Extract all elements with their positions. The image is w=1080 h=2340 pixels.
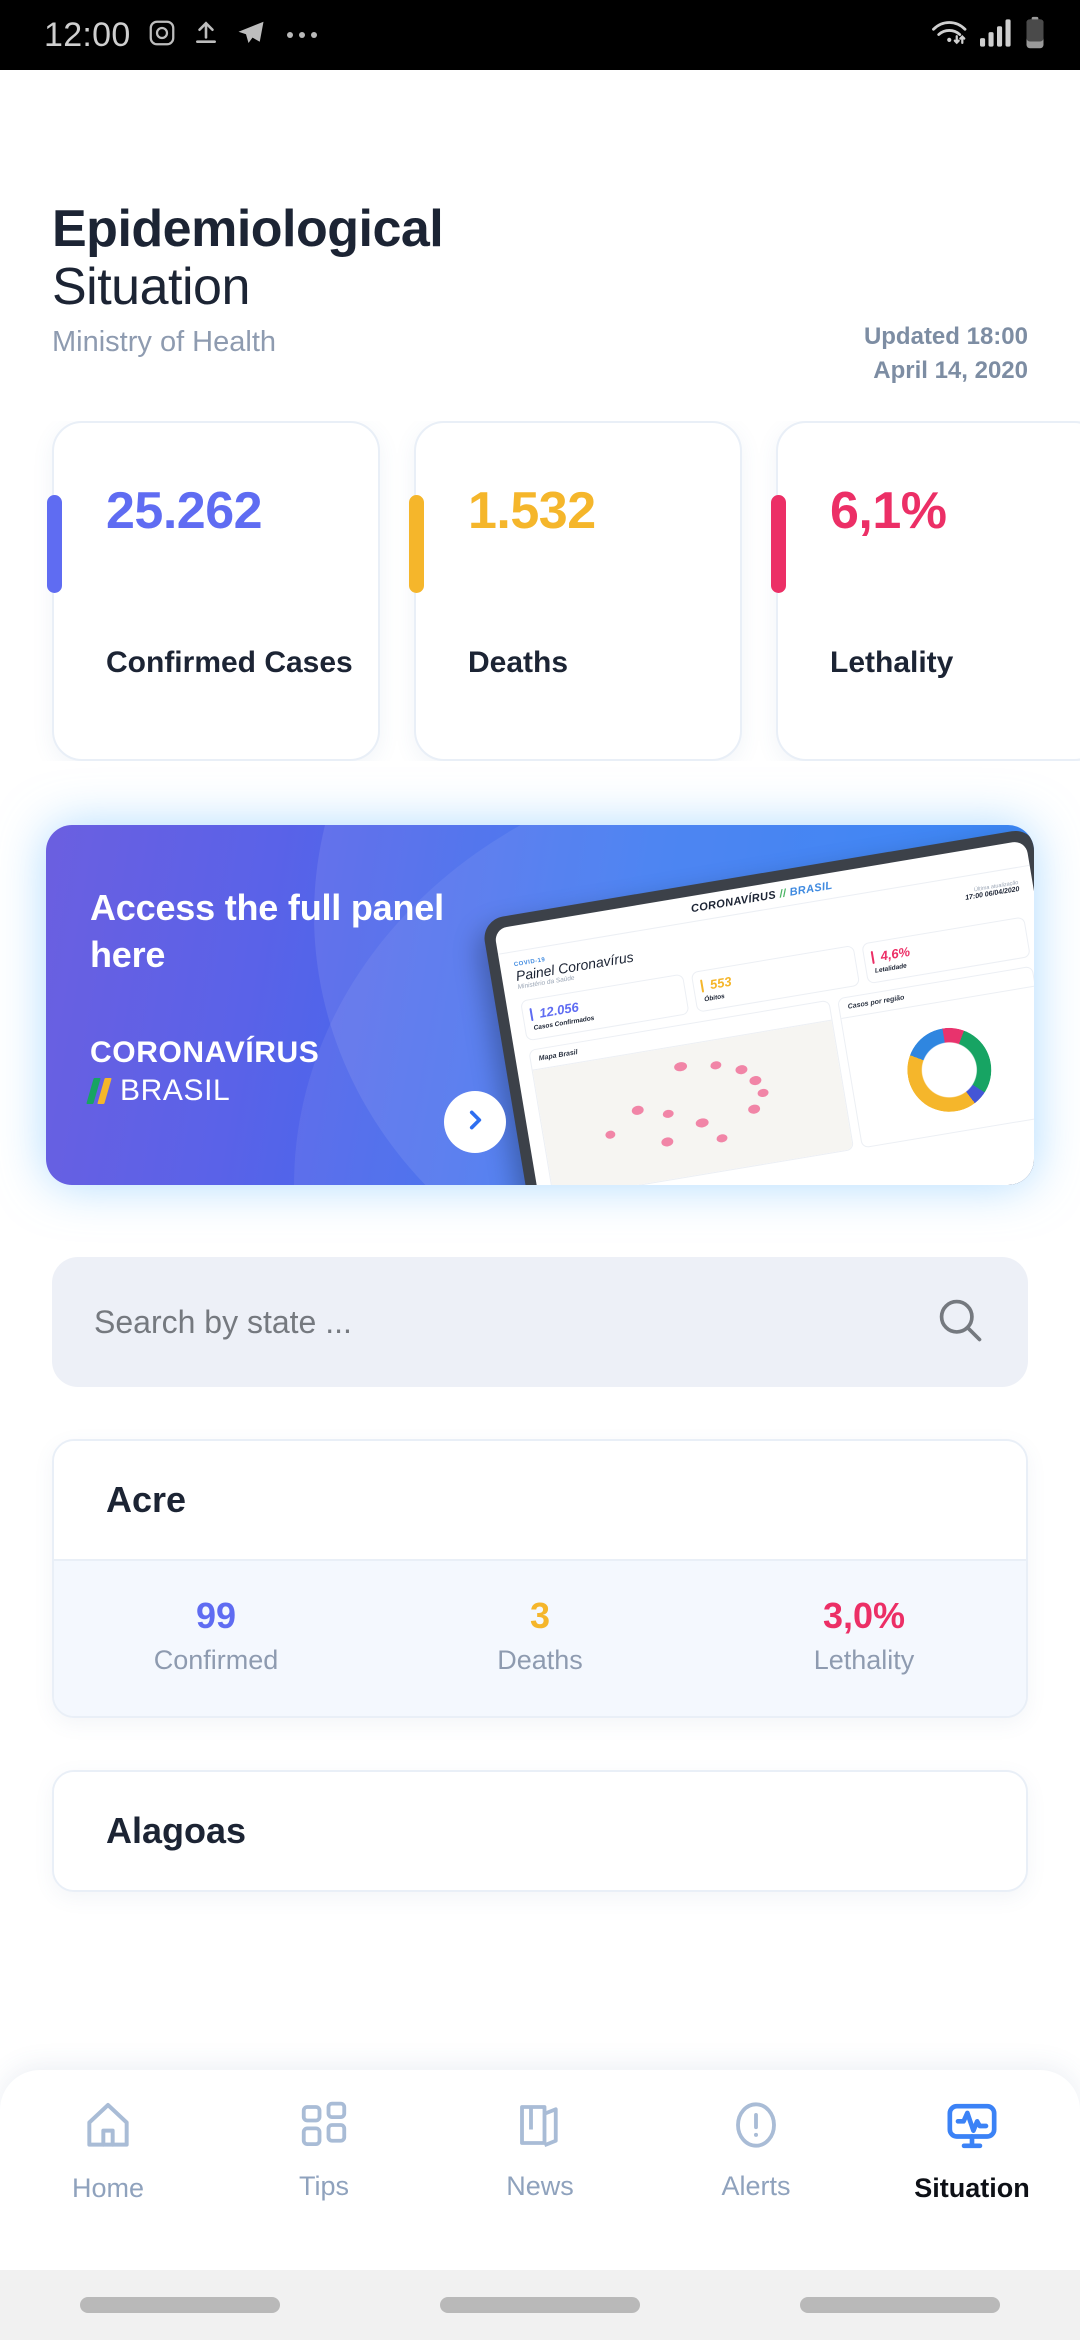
state-card-header: Acre <box>54 1441 1026 1560</box>
nav-label: News <box>506 2171 574 2201</box>
tablet-brand-suffix: BRASIL <box>788 879 834 899</box>
telegram-icon <box>235 18 267 53</box>
panel-banner-wrapper: Access the full panel here CORONAVÍRUS B… <box>0 825 1080 1186</box>
updated-time: Updated 18:00 <box>863 323 1028 350</box>
search-input[interactable]: Search by state ... <box>52 1257 1028 1388</box>
back-pill[interactable] <box>80 2297 280 2313</box>
overflow-dots-icon <box>286 32 317 38</box>
state-card-acre[interactable]: Acre 99 Confirmed 3 Deaths 3,0% Lethalit… <box>52 1439 1028 1718</box>
home-pill[interactable] <box>440 2297 640 2313</box>
summary-card-lethality[interactable]: 6,1% Lethality <box>771 421 1080 762</box>
state-name: Acre <box>106 1479 187 1521</box>
state-stat-label: Confirmed <box>153 1644 279 1675</box>
brand-slashes-icon <box>86 1077 112 1104</box>
status-bar-clock: 12:00 <box>44 15 131 54</box>
accent-bar <box>47 495 62 594</box>
upload-icon <box>193 19 219 52</box>
state-card-alagoas[interactable]: Alagoas <box>52 1769 1028 1892</box>
state-stat-value: 99 <box>195 1595 237 1637</box>
system-gesture-bar <box>0 2270 1080 2340</box>
nav-label: Tips <box>298 2171 349 2201</box>
banner-brand-bottom: BRASIL <box>120 1073 231 1107</box>
recents-pill[interactable] <box>800 2297 1000 2313</box>
state-stat-confirmed: 99 Confirmed <box>54 1595 378 1675</box>
alert-icon <box>729 2098 783 2157</box>
summary-label: Confirmed Cases <box>106 645 353 679</box>
tablet-region-panel: Casos por região <box>837 966 1034 1149</box>
instagram-icon <box>147 18 177 53</box>
nav-item-alerts[interactable]: Alerts <box>648 2098 864 2202</box>
chevron-right-icon <box>462 1107 488 1138</box>
nav-item-situation[interactable]: Situation <box>864 2098 1080 2204</box>
status-bar: 12:00 <box>0 0 1080 70</box>
home-icon <box>80 2098 136 2159</box>
state-stat-label: Deaths <box>497 1644 583 1675</box>
state-stat-value: 3,0% <box>822 1595 906 1637</box>
page-title-line2: Situation <box>52 258 250 317</box>
banner-brand-top: CORONAVÍRUS <box>90 1035 320 1069</box>
state-card-header: Alagoas <box>54 1771 1026 1890</box>
state-stat-label: Lethality <box>813 1644 915 1675</box>
signal-icon <box>980 18 1014 52</box>
battery-icon <box>1024 16 1046 55</box>
summary-value: 1.532 <box>468 482 596 541</box>
nav-item-tips[interactable]: Tips <box>216 2098 432 2202</box>
scroll-content[interactable]: Epidemiological Situation Ministry of He… <box>0 70 1080 2130</box>
page-header: Epidemiological Situation Ministry of He… <box>0 70 1080 384</box>
state-stat-lethality: 3,0% Lethality <box>702 1595 1026 1675</box>
search-icon[interactable] <box>934 1294 986 1351</box>
bottom-navigation: Home Tips News Alerts Situation <box>0 2070 1080 2270</box>
nav-label: Alerts <box>721 2171 791 2201</box>
summary-cards-scroller[interactable]: 25.262 Confirmed Cases 1.532 Deaths 6,1%… <box>0 421 1080 762</box>
search-placeholder: Search by state ... <box>94 1303 352 1340</box>
state-name: Alagoas <box>106 1809 247 1851</box>
accent-bar <box>771 495 786 594</box>
state-card-stats: 99 Confirmed 3 Deaths 3,0% Lethality <box>54 1559 1026 1716</box>
summary-card-confirmed[interactable]: 25.262 Confirmed Cases <box>47 421 380 762</box>
summary-label: Deaths <box>468 645 569 679</box>
summary-card-deaths[interactable]: 1.532 Deaths <box>409 421 742 762</box>
state-stat-value: 3 <box>529 1595 551 1637</box>
state-stat-deaths: 3 Deaths <box>378 1595 702 1675</box>
banner-headline: Access the full panel here <box>90 887 444 975</box>
nav-item-news[interactable]: News <box>432 2098 648 2202</box>
banner-text-block: Access the full panel here CORONAVÍRUS B… <box>86 885 510 1108</box>
grid-icon <box>297 2098 351 2157</box>
nav-label: Situation <box>914 2173 1030 2203</box>
banner-brand: CORONAVÍRUS BRASIL <box>86 1035 510 1108</box>
monitor-pulse-icon <box>944 2098 1000 2159</box>
summary-label: Lethality <box>830 645 954 679</box>
panel-banner[interactable]: Access the full panel here CORONAVÍRUS B… <box>46 825 1034 1186</box>
nav-item-home[interactable]: Home <box>0 2098 216 2204</box>
summary-value: 25.262 <box>106 482 263 541</box>
summary-value: 6,1% <box>830 482 947 541</box>
newspaper-icon <box>513 2098 567 2157</box>
page-title-line1: Epidemiological <box>52 200 444 258</box>
wifi-icon <box>930 18 970 53</box>
tablet-brand-slash: // <box>778 887 788 901</box>
updated-timestamp: Updated 18:00 April 14, 2020 <box>864 320 1028 388</box>
updated-date: April 14, 2020 <box>873 357 1028 385</box>
status-bar-left: 12:00 <box>44 16 317 55</box>
status-bar-right <box>930 16 1046 55</box>
accent-bar <box>409 495 424 594</box>
nav-label: Home <box>71 2173 145 2203</box>
